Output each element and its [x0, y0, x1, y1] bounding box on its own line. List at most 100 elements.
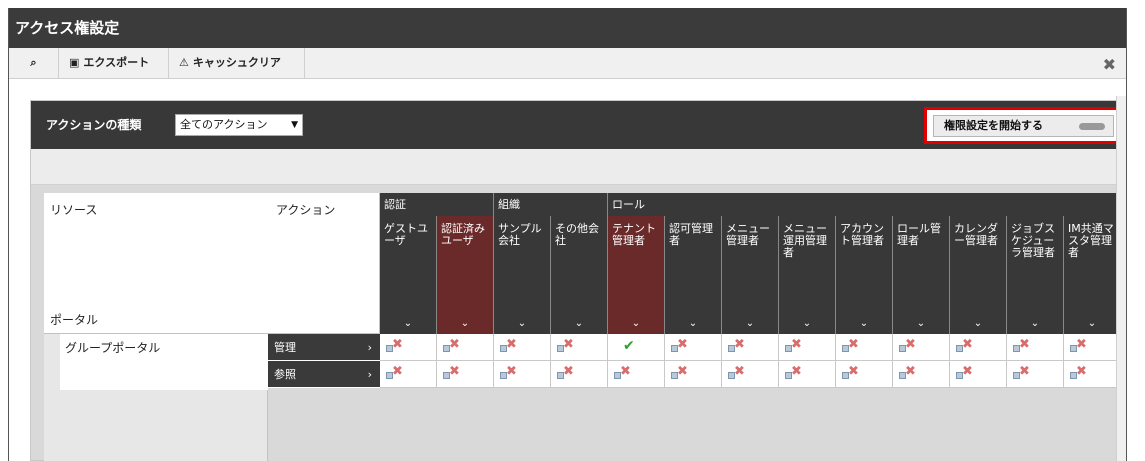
permission-cell[interactable]: ✖ — [437, 334, 494, 361]
permission-cell[interactable]: ✖ — [1007, 334, 1064, 361]
role-label: アカウント管理者 — [840, 222, 884, 247]
window-title: アクセス権設定 — [9, 8, 1126, 48]
start-button-highlight: 権限設定を開始する — [924, 107, 1124, 144]
filter-strip — [31, 149, 1125, 185]
permission-cell[interactable]: ✖ — [950, 361, 1007, 388]
role-label: サンプル会社 — [498, 222, 542, 247]
action-row-manage[interactable]: 管理 › — [268, 334, 380, 361]
chevron-down-icon: ⌄ — [802, 318, 812, 329]
export-icon: ▣ — [69, 56, 80, 69]
role-label: カレンダー管理者 — [954, 222, 998, 247]
resource-name: グループポータル — [65, 341, 161, 355]
panel-header: アクションの種類 全てのアクション ▼ 権限設定を開始する — [31, 101, 1125, 149]
chevron-down-icon: ⌄ — [973, 318, 983, 329]
role-header[interactable]: アカウント管理者 ⌄ — [836, 216, 893, 334]
role-header[interactable]: ゲストユーザ ⌄ — [380, 216, 437, 334]
deny-icon: ✖ — [449, 337, 460, 352]
deny-icon: ✖ — [962, 337, 973, 352]
chevron-right-icon: › — [367, 341, 372, 354]
role-header[interactable]: カレンダー管理者 ⌄ — [950, 216, 1007, 334]
permission-cell[interactable]: ✖ — [494, 334, 551, 361]
permission-grid: リソース ポータル アクション グループポータル 管理 › 参照 › 認証 組織 ロール… — [44, 193, 1126, 461]
cache-clear-label: キャッシュクリア — [192, 56, 281, 69]
role-label: ロール管理者 — [897, 222, 941, 247]
role-columns: 認証 組織 ロール ゲストユーザ ⌄ 認証済みユーザ ⌄ サンプル会社 ⌄ その他会社 ⌄ テナント管… — [380, 193, 1126, 461]
chevron-down-icon: ⌄ — [688, 318, 698, 329]
search-button[interactable]: ⌕ — [9, 48, 59, 78]
resource-title: リソース — [50, 203, 98, 217]
portal-label: ポータル — [50, 313, 99, 327]
action-label: 参照 — [274, 368, 296, 381]
permission-cell[interactable]: ✖ — [950, 334, 1007, 361]
role-header[interactable]: メニュー運用管理者 ⌄ — [779, 216, 836, 334]
export-button[interactable]: ▣ エクスポート — [59, 48, 169, 78]
start-button-label: 権限設定を開始する — [944, 119, 1043, 132]
deny-icon: ✖ — [734, 337, 745, 352]
permission-cell[interactable]: ✖ — [779, 361, 836, 388]
cache-clear-button[interactable]: ⚠ キャッシュクリア — [169, 48, 305, 78]
role-header[interactable]: 認証済みユーザ ⌄ — [437, 216, 494, 334]
deny-icon: ✖ — [392, 337, 403, 352]
action-label: 管理 — [274, 341, 296, 354]
action-type-select[interactable]: 全てのアクション ▼ — [175, 114, 303, 136]
start-permission-button[interactable]: 権限設定を開始する — [933, 115, 1114, 137]
permission-cell[interactable]: ✖ — [779, 334, 836, 361]
close-icon[interactable]: ✖ — [1103, 55, 1116, 74]
deny-icon: ✖ — [1076, 364, 1087, 379]
permission-cell[interactable]: ✖ — [1064, 334, 1121, 361]
permission-cell[interactable]: ✖ — [551, 361, 608, 388]
role-header[interactable]: ジョブスケジューラ管理者 ⌄ — [1007, 216, 1064, 334]
resource-header: リソース ポータル — [44, 193, 268, 334]
role-header[interactable]: その他会社 ⌄ — [551, 216, 608, 334]
vertical-scrollbar[interactable] — [1116, 96, 1126, 461]
role-header[interactable]: サンプル会社 ⌄ — [494, 216, 551, 334]
action-type-label: アクションの種類 — [46, 118, 142, 132]
chevron-down-icon: ⌄ — [574, 318, 584, 329]
deny-icon: ✖ — [1076, 337, 1087, 352]
export-label: エクスポート — [83, 56, 150, 69]
permission-cell[interactable]: ✖ — [722, 361, 779, 388]
permission-cell[interactable]: ✖ — [722, 334, 779, 361]
group-header: 組織 — [494, 193, 608, 216]
permission-cell[interactable]: ✖ — [1064, 361, 1121, 388]
permission-cell[interactable]: ✖ — [380, 334, 437, 361]
permission-cell[interactable]: ✖ — [665, 361, 722, 388]
deny-icon: ✖ — [563, 364, 574, 379]
deny-icon: ✖ — [620, 364, 631, 379]
permission-cell[interactable]: ✖ — [1007, 361, 1064, 388]
chevron-right-icon: › — [367, 368, 372, 381]
role-header[interactable]: ロール管理者 ⌄ — [893, 216, 950, 334]
role-label: 認証済みユーザ — [441, 222, 485, 247]
permission-cell[interactable]: ✖ — [836, 334, 893, 361]
permission-cell[interactable]: ✖ — [437, 361, 494, 388]
permission-cell[interactable]: ✖ — [608, 361, 665, 388]
permission-cell[interactable]: ✖ — [893, 334, 950, 361]
role-header[interactable]: IM共通マスタ管理者 ⌄ — [1064, 216, 1121, 334]
permission-cell[interactable]: ✖ — [380, 361, 437, 388]
permission-cell[interactable]: ✖ — [836, 361, 893, 388]
permission-cell[interactable]: ✖ — [665, 334, 722, 361]
deny-icon: ✖ — [506, 364, 517, 379]
chevron-down-icon: ⌄ — [745, 318, 755, 329]
permission-cell[interactable]: ✔ — [608, 334, 665, 361]
permission-cell[interactable]: ✖ — [893, 361, 950, 388]
role-header[interactable]: テナント管理者 ⌄ — [608, 216, 665, 334]
chevron-down-icon: ⌄ — [859, 318, 869, 329]
action-title: アクション — [276, 203, 336, 217]
action-row-view[interactable]: 参照 › — [268, 361, 380, 388]
role-header[interactable]: メニュー管理者 ⌄ — [722, 216, 779, 334]
check-icon: ✔ — [623, 338, 635, 354]
action-header: アクション — [268, 193, 380, 334]
role-label: 認可管理者 — [669, 222, 713, 247]
deny-icon: ✖ — [677, 337, 688, 352]
permission-cell[interactable]: ✖ — [494, 361, 551, 388]
toggle-icon — [1079, 123, 1105, 130]
toolbar: ⌕ ▣ エクスポート ⚠ キャッシュクリア ✖ — [9, 48, 1126, 79]
deny-icon: ✖ — [905, 364, 916, 379]
role-header[interactable]: 認可管理者 ⌄ — [665, 216, 722, 334]
permission-cell[interactable]: ✖ — [551, 334, 608, 361]
search-icon: ⌕ — [30, 56, 37, 69]
deny-icon: ✖ — [962, 364, 973, 379]
deny-icon: ✖ — [791, 364, 802, 379]
deny-icon: ✖ — [677, 364, 688, 379]
